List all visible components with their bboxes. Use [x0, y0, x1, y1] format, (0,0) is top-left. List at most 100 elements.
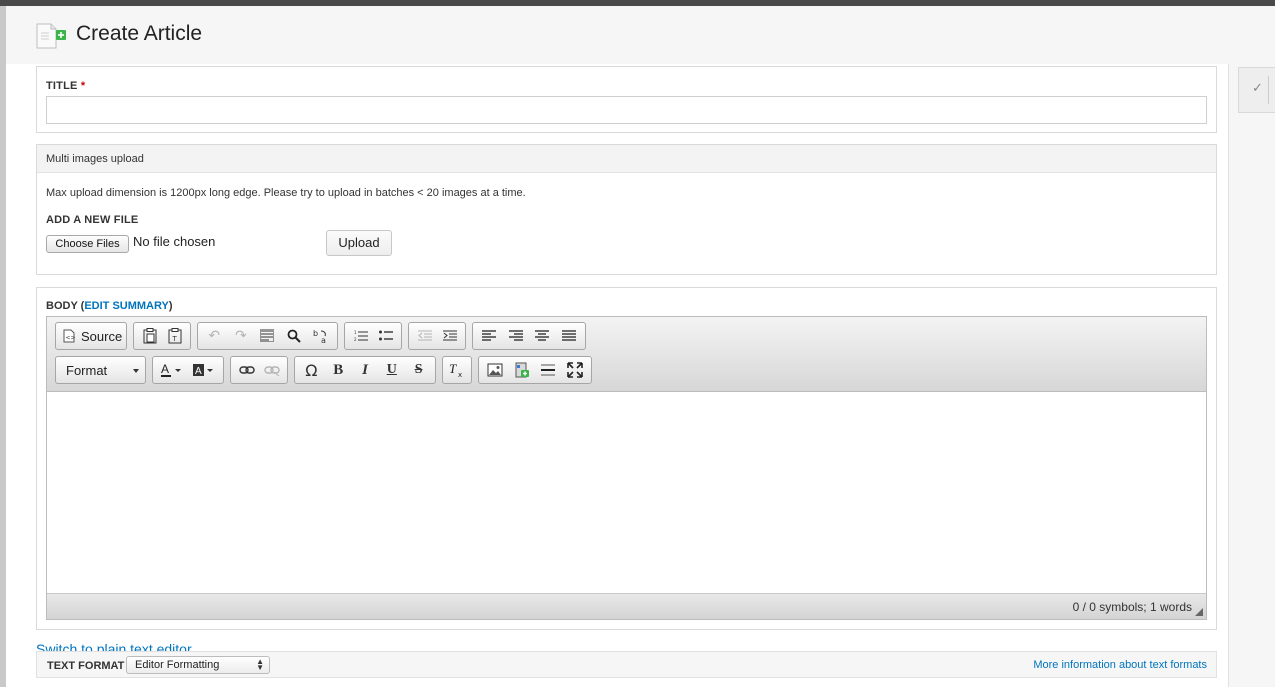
body-label-text: BODY: [46, 300, 78, 312]
svg-text:a: a: [321, 336, 326, 344]
image-icon: [487, 363, 503, 377]
media-icon: [515, 362, 529, 378]
text-format-select[interactable]: Editor Formatting ▲ ▼: [126, 656, 270, 674]
text-color-icon: A: [161, 363, 181, 377]
bold-icon: B: [333, 361, 344, 378]
title-input[interactable]: [46, 96, 1207, 124]
media-button[interactable]: [509, 359, 536, 381]
align-right-button[interactable]: [503, 325, 530, 347]
svg-text:x: x: [458, 371, 462, 378]
paste-button[interactable]: [137, 325, 162, 347]
strikethrough-button[interactable]: S: [405, 359, 432, 381]
outdent-icon: [417, 330, 432, 341]
toolbar-group-lists: 12: [344, 322, 402, 350]
svg-text:T: T: [171, 335, 177, 343]
source-icon: <>: [63, 329, 75, 343]
unlink-button[interactable]: [259, 359, 284, 381]
outdent-button[interactable]: [412, 325, 437, 347]
svg-text:2: 2: [354, 337, 357, 342]
indent-button[interactable]: [437, 325, 462, 347]
choose-files-button[interactable]: Choose Files: [46, 235, 129, 253]
bulleted-list-button[interactable]: [373, 325, 398, 347]
resize-handle-icon[interactable]: [1195, 608, 1203, 616]
image-button[interactable]: [482, 359, 509, 381]
align-center-button[interactable]: [529, 325, 556, 347]
toolbar-group-edit: ↶ ↷ ba: [197, 322, 338, 350]
underline-icon: U: [386, 362, 397, 377]
format-dropdown[interactable]: Format: [55, 356, 146, 384]
text-format-bar: TEXT FORMAT Editor Formatting ▲ ▼ More in…: [36, 651, 1217, 678]
svg-text:A: A: [161, 363, 169, 376]
maximize-button[interactable]: [562, 359, 589, 381]
editor-toolbar: <> Source T ↶ ↷ ba 1 2 Format A A Ω B I …: [47, 317, 1206, 392]
select-arrows-icon: ▲ ▼: [256, 657, 264, 672]
select-all-button[interactable]: [254, 325, 281, 347]
multi-upload-legend-text: Multi images upload: [46, 153, 144, 165]
underline-button[interactable]: U: [378, 359, 405, 381]
justify-icon: [561, 330, 576, 341]
text-color-button[interactable]: A: [156, 359, 188, 381]
editor-content-area[interactable]: [47, 392, 1206, 593]
svg-text:A: A: [195, 366, 202, 377]
redo-button[interactable]: ↷: [228, 325, 255, 347]
svg-text:<>: <>: [66, 335, 76, 342]
undo-icon: ↶: [208, 328, 221, 344]
italic-button[interactable]: I: [352, 359, 379, 381]
align-left-icon: [482, 330, 497, 341]
horizontal-rule-button[interactable]: [535, 359, 562, 381]
select-all-icon: [260, 329, 275, 342]
title-label: TITLE *: [46, 80, 85, 92]
multi-upload-legend: Multi images upload: [37, 145, 1216, 173]
text-format-info-link[interactable]: More information about text formats: [1033, 659, 1207, 671]
undo-button[interactable]: ↶: [201, 325, 228, 347]
numbered-list-button[interactable]: 12: [348, 325, 373, 347]
source-label: Source: [81, 328, 123, 344]
justify-button[interactable]: [556, 325, 583, 347]
upload-description: Max upload dimension is 1200px long edge…: [46, 187, 526, 199]
format-label: Format: [66, 363, 108, 378]
background-color-button[interactable]: A: [188, 359, 220, 381]
link-button[interactable]: [234, 359, 259, 381]
italic-icon: I: [362, 361, 368, 378]
replace-button[interactable]: ba: [307, 325, 334, 347]
toolbar-group-links: [230, 356, 288, 384]
chevron-down-icon: [133, 369, 139, 373]
strikethrough-icon: S: [414, 362, 423, 377]
align-left-button[interactable]: [476, 325, 503, 347]
toolbar-group-indent: [408, 322, 466, 350]
title-label-text: TITLE: [46, 80, 78, 92]
special-char-button[interactable]: Ω: [298, 359, 325, 381]
no-file-text: No file chosen: [133, 234, 216, 249]
add-file-label: ADD A NEW FILE: [46, 214, 139, 226]
svg-text:b: b: [313, 329, 318, 338]
align-center-icon: [535, 330, 550, 341]
page-add-icon: [36, 22, 66, 50]
page-title: Create Article: [76, 22, 203, 45]
remove-format-button[interactable]: Tx: [446, 359, 468, 381]
bulleted-list-icon: [378, 330, 393, 341]
toolbar-group-source: <> Source: [55, 322, 127, 350]
remove-format-icon: Tx: [449, 362, 462, 378]
align-right-icon: [508, 330, 523, 341]
toolbar-group-cleanup: Tx: [442, 356, 472, 384]
redo-icon: ↷: [235, 328, 247, 344]
word-count: 0 / 0 symbols; 1 words: [1072, 600, 1192, 614]
indent-icon: [442, 330, 457, 341]
paste-text-button[interactable]: T: [162, 325, 187, 347]
toolbar-group-insert: [478, 356, 592, 384]
paste-text-icon: T: [168, 328, 181, 344]
toolbar-group-basic: Ω B I U S: [294, 356, 436, 384]
svg-text:1: 1: [354, 330, 357, 335]
maximize-icon: [566, 362, 583, 378]
svg-text:T: T: [449, 362, 457, 376]
required-mark: *: [80, 80, 86, 92]
text-format-selected: Editor Formatting: [135, 659, 220, 671]
upload-button[interactable]: Upload: [326, 230, 392, 256]
numbered-list-icon: 12: [354, 330, 368, 342]
source-button[interactable]: <> Source: [59, 325, 126, 347]
toolbar-group-align: [472, 322, 586, 350]
find-button[interactable]: [281, 325, 308, 347]
horizontal-rule-icon: [541, 364, 556, 376]
bold-button[interactable]: B: [325, 359, 352, 381]
edit-summary-link[interactable]: EDIT SUMMARY: [84, 300, 169, 312]
